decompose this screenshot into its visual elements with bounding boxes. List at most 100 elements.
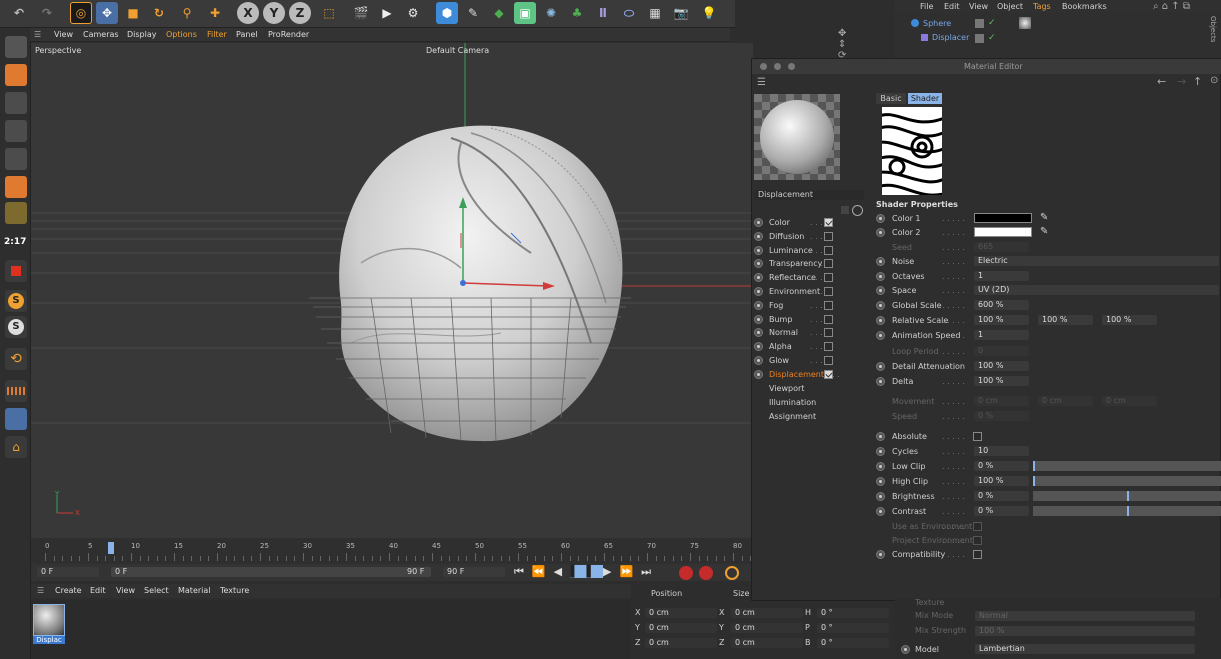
coordinate-field[interactable]: 0 ° bbox=[817, 638, 889, 648]
menu-edit[interactable]: Edit bbox=[944, 2, 960, 11]
channel-enable-checkbox[interactable] bbox=[824, 218, 833, 227]
property-animate-radio[interactable] bbox=[876, 507, 885, 516]
undo-icon[interactable]: ↶ bbox=[8, 2, 30, 24]
material-swatch[interactable] bbox=[33, 604, 65, 636]
record-keys-icon[interactable] bbox=[679, 566, 693, 580]
channel-displacement[interactable]: Displacement bbox=[769, 370, 824, 379]
current-frame-field[interactable]: 0 F bbox=[37, 567, 99, 577]
edges-mode-icon[interactable] bbox=[5, 148, 27, 170]
property-checkbox[interactable] bbox=[973, 550, 982, 559]
lock-icon[interactable]: ⊙ bbox=[1210, 75, 1218, 86]
hamburger-icon[interactable]: ☰ bbox=[37, 586, 44, 595]
property-animate-radio[interactable] bbox=[876, 272, 885, 281]
material-name-field[interactable]: Displacement bbox=[754, 190, 864, 200]
shader-preview[interactable] bbox=[882, 107, 942, 195]
timeline-ruler[interactable]: 0 5 10 15 20 25 30 35 40 45 50 55 60 65 70 75 80 bbox=[31, 538, 769, 564]
world-coordinates-icon[interactable]: ⬚ bbox=[318, 2, 340, 24]
record-icon[interactable] bbox=[5, 260, 27, 282]
menu-bookmarks[interactable]: Bookmarks bbox=[1062, 2, 1107, 11]
paint-tool-icon[interactable]: ⌂ bbox=[5, 436, 27, 458]
z-axis-lock-icon[interactable]: Z bbox=[289, 2, 311, 24]
menu-object[interactable]: Object bbox=[997, 2, 1023, 11]
channel-radio[interactable] bbox=[754, 245, 763, 255]
property-animate-radio[interactable] bbox=[876, 316, 885, 325]
menu-panel[interactable]: Panel bbox=[236, 30, 258, 39]
array-generator-icon[interactable]: ▣ bbox=[514, 2, 536, 24]
subdivision-icon[interactable]: ◆ bbox=[488, 2, 510, 24]
property-animate-radio[interactable] bbox=[876, 214, 885, 223]
property-slider[interactable] bbox=[1033, 461, 1221, 471]
hamburger-icon[interactable]: ☰ bbox=[757, 77, 766, 88]
minimize-window-icon[interactable] bbox=[774, 63, 781, 70]
model-mode-icon[interactable] bbox=[5, 64, 27, 86]
material-preview[interactable] bbox=[754, 94, 840, 180]
mograph-icon[interactable]: ✺ bbox=[540, 2, 562, 24]
octaves-field[interactable]: 1 bbox=[974, 271, 1029, 281]
coordinate-field[interactable]: 0 cm bbox=[731, 623, 803, 633]
channel-normal[interactable]: Normal bbox=[769, 328, 798, 337]
channel-alpha[interactable]: Alpha bbox=[769, 342, 792, 351]
coordinate-field[interactable]: 0 ° bbox=[817, 623, 889, 633]
playback-controls[interactable]: ⏮⏪◀▌▌▶⏩⏭ bbox=[514, 565, 659, 579]
close-window-icon[interactable] bbox=[760, 63, 767, 70]
model-select[interactable]: Lambertian bbox=[975, 644, 1195, 654]
property-animate-radio[interactable] bbox=[876, 462, 885, 471]
snap-icon[interactable]: S bbox=[5, 290, 27, 312]
property-checkbox[interactable] bbox=[973, 432, 982, 441]
pen-spline-icon[interactable]: ✎ bbox=[462, 2, 484, 24]
timeline-playhead[interactable] bbox=[108, 542, 114, 554]
tab-basic[interactable]: Basic bbox=[876, 93, 906, 104]
channel-radio[interactable] bbox=[754, 314, 763, 324]
object-sphere[interactable]: Sphere bbox=[923, 19, 951, 28]
play-backward-icon[interactable]: ◀ bbox=[554, 565, 570, 578]
material-tag-icon[interactable] bbox=[1019, 17, 1031, 29]
channel-radio[interactable] bbox=[754, 328, 763, 338]
vector-component-field[interactable]: 100 % bbox=[1102, 315, 1157, 325]
low-clip-field[interactable]: 0 % bbox=[974, 461, 1029, 471]
channel-enable-checkbox[interactable] bbox=[824, 245, 833, 255]
property-animate-radio[interactable] bbox=[876, 228, 885, 237]
detail-att-field[interactable]: 100 % bbox=[974, 361, 1029, 371]
channel-radio[interactable] bbox=[754, 300, 763, 310]
cycles-field[interactable]: 10 bbox=[974, 446, 1029, 456]
snap-settings-icon[interactable]: S bbox=[5, 316, 27, 338]
channel-enable-checkbox[interactable] bbox=[824, 287, 833, 296]
cloner-icon[interactable]: ♣ bbox=[566, 2, 588, 24]
texture-mode-icon[interactable] bbox=[5, 92, 27, 114]
move-tool-icon[interactable]: ✥ bbox=[96, 2, 118, 24]
channel-radio[interactable] bbox=[754, 369, 763, 379]
channel-illumination[interactable]: Illumination bbox=[769, 398, 816, 407]
cube-object-icon[interactable]: ⬢ bbox=[436, 2, 458, 24]
coordinate-field[interactable]: 0 cm bbox=[731, 638, 803, 648]
vector-component-field[interactable]: 100 % bbox=[1038, 315, 1093, 325]
channel-enable-checkbox[interactable] bbox=[824, 300, 833, 310]
menu-view[interactable]: View bbox=[116, 586, 135, 595]
property-animate-radio[interactable] bbox=[876, 301, 885, 310]
go-to-start-icon[interactable]: ⏮ bbox=[514, 565, 532, 578]
recent-tools-icon[interactable]: ⚲ bbox=[176, 2, 198, 24]
maximize-window-icon[interactable] bbox=[788, 63, 795, 70]
noise-field[interactable]: Electric bbox=[974, 256, 1219, 266]
light-object-icon[interactable]: 💡 bbox=[698, 2, 720, 24]
go-to-end-icon[interactable]: ⏭ bbox=[641, 565, 659, 578]
channel-reflectance[interactable]: Reflectance bbox=[769, 273, 816, 282]
y-axis-lock-icon[interactable]: Y bbox=[263, 2, 285, 24]
property-animate-radio[interactable] bbox=[876, 377, 885, 386]
vector-component-field[interactable]: 0 cm bbox=[1038, 396, 1093, 406]
uv-mode-icon[interactable] bbox=[5, 202, 27, 224]
scale-tool-icon[interactable]: ■ bbox=[122, 2, 144, 24]
menu-file[interactable]: File bbox=[920, 2, 933, 11]
property-animate-radio[interactable] bbox=[876, 286, 885, 295]
channel-radio[interactable] bbox=[754, 356, 763, 365]
menu-edit[interactable]: Edit bbox=[90, 586, 106, 595]
layer-icon[interactable] bbox=[975, 19, 984, 28]
up-arrow-icon[interactable]: ↑ bbox=[1193, 75, 1202, 88]
delta-field[interactable]: 100 % bbox=[974, 376, 1029, 386]
channel-assignment[interactable]: Assignment bbox=[769, 412, 816, 421]
redo-icon[interactable]: ↷ bbox=[36, 2, 58, 24]
x-axis-lock-icon[interactable]: X bbox=[237, 2, 259, 24]
floor-object-icon[interactable]: ▦ bbox=[644, 2, 666, 24]
render-picture-viewer-icon[interactable]: ▶ bbox=[376, 2, 398, 24]
objects-side-tab[interactable]: Objects bbox=[1209, 16, 1217, 42]
channel-enable-checkbox[interactable] bbox=[824, 273, 833, 283]
